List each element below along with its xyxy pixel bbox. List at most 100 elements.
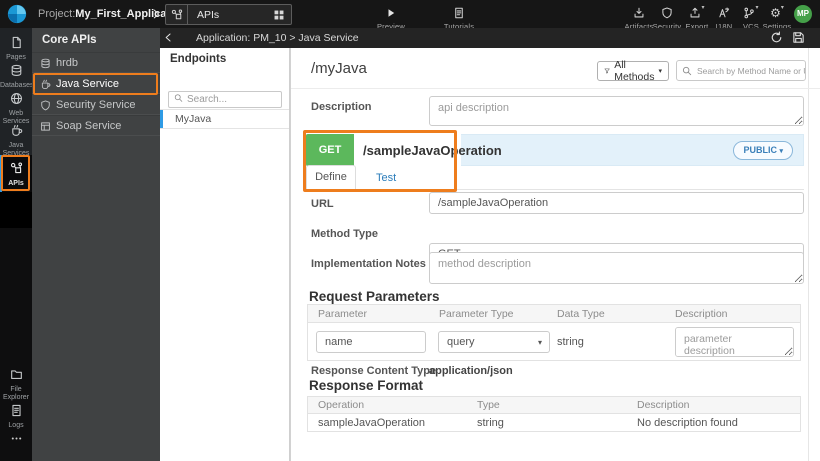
api-icon — [10, 162, 23, 175]
document-icon — [10, 404, 23, 417]
sidebar-item-file-explorer[interactable]: File Explorer — [0, 366, 32, 401]
funnel-icon — [604, 66, 610, 76]
col-parameter-type: Parameter Type — [439, 308, 514, 320]
method-search — [676, 60, 806, 81]
chevron-left-icon[interactable] — [163, 32, 174, 43]
activity-bar: Pages Databases Web Services Java Servic… — [0, 28, 34, 461]
application-breadcrumb: Application: PM_10 > Java Service — [196, 32, 359, 44]
api-designer-main: /myJava All Methods ▾ Description GET /s… — [290, 48, 820, 461]
caret-down-icon: ▾ — [780, 5, 784, 11]
table-header: Parameter Parameter Type Data Type Descr… — [308, 305, 800, 323]
header-divider — [291, 88, 820, 89]
logs-label: Logs — [8, 422, 24, 429]
operation-path: /sampleJavaOperation — [363, 143, 502, 158]
core-apis-panel: Core APIs hrdb Java Service Security Ser… — [32, 28, 160, 461]
settings-button[interactable]: ⚙▾ Settings — [758, 4, 796, 31]
folder-icon — [10, 368, 23, 381]
sidebar-item-pages[interactable]: Pages — [0, 34, 32, 62]
operation-value: sampleJavaOperation — [318, 417, 426, 429]
visibility-label: PUBLIC — [743, 145, 777, 155]
more-button[interactable] — [0, 430, 32, 448]
description-label: Description — [311, 101, 372, 113]
search-icon — [174, 93, 183, 102]
tutorials-button[interactable]: Tutorials — [436, 4, 482, 31]
endpoint-item-myjava[interactable]: MyJava — [160, 109, 289, 129]
sidebar-item-web-services[interactable]: Web Services — [0, 90, 32, 125]
col-operation: Operation — [318, 399, 365, 411]
save-icon[interactable] — [792, 31, 805, 44]
sidebar-item-databases[interactable]: Databases — [0, 62, 34, 90]
grid-menu-icon[interactable] — [273, 9, 285, 21]
col-data-type: Data Type — [557, 308, 605, 320]
user-avatar[interactable]: MP — [794, 5, 812, 23]
core-apis-item-java-service[interactable]: Java Service — [32, 73, 160, 94]
translate-icon — [718, 7, 730, 19]
i18n-button[interactable]: I18N — [709, 4, 739, 31]
service-selector[interactable]: APIs — [165, 4, 292, 25]
security-service-label: Security Service — [56, 99, 136, 111]
databases-label: Databases — [0, 82, 34, 89]
type-value: string — [477, 417, 504, 429]
implementation-notes-textarea[interactable] — [429, 252, 804, 284]
data-type-value: string — [557, 336, 584, 348]
url-input[interactable] — [429, 192, 804, 214]
table-row: sampleJavaOperation string No descriptio… — [308, 414, 800, 432]
response-format-title: Response Format — [309, 378, 424, 393]
caret-down-icon: ▾ — [537, 337, 542, 347]
branch-icon — [743, 7, 755, 19]
core-apis-item-soap-service[interactable]: Soap Service — [32, 115, 160, 136]
panel-right-border — [808, 48, 809, 461]
soap-service-label: Soap Service — [56, 120, 122, 132]
application-bar: Application: PM_10 > Java Service — [160, 28, 820, 48]
shield-icon — [661, 7, 673, 19]
method-type-label: Method Type — [311, 228, 379, 240]
col-description: Description — [637, 399, 690, 411]
soap-icon — [40, 121, 51, 132]
play-icon — [386, 8, 396, 18]
java-service-label: Java Service — [56, 78, 119, 90]
caret-down-icon: ▾ — [701, 5, 705, 11]
tab-define[interactable]: Define — [306, 165, 356, 190]
method-badge[interactable]: GET — [306, 134, 354, 166]
description-textarea[interactable] — [429, 96, 804, 126]
shield-icon — [40, 100, 51, 111]
wavemaker-logo-icon[interactable] — [7, 4, 27, 24]
sidebar-item-apis[interactable]: APIs — [0, 155, 32, 192]
parameter-type-select[interactable]: query ▾ — [438, 331, 550, 353]
page-icon — [10, 36, 23, 49]
apis-label: APIs — [8, 180, 24, 187]
search-icon — [682, 66, 692, 76]
col-description: Description — [675, 308, 728, 320]
description-value: No description found — [637, 417, 738, 429]
operation-header[interactable]: GET /sampleJavaOperation PUBLIC ▾ — [306, 134, 804, 166]
document-icon — [453, 7, 465, 19]
sidebar-item-java-services[interactable]: Java Services — [0, 122, 32, 157]
url-label: URL — [311, 198, 334, 210]
parameter-name-input[interactable] — [316, 331, 426, 353]
refresh-icon[interactable] — [770, 31, 783, 44]
visibility-dropdown[interactable]: PUBLIC ▾ — [733, 141, 793, 160]
endpoints-title: Endpoints — [170, 53, 227, 65]
table-row: query ▾ string — [308, 323, 800, 361]
preview-button[interactable]: Preview — [368, 4, 414, 31]
parameter-description-textarea[interactable] — [675, 327, 794, 357]
response-content-type-label: Response Content Type — [311, 365, 437, 377]
file-explorer-label: File Explorer — [2, 386, 30, 401]
methods-filter-dropdown[interactable]: All Methods ▾ — [597, 59, 669, 83]
sidebar-item-logs[interactable]: Logs — [0, 402, 32, 430]
core-apis-item-hrdb[interactable]: hrdb — [32, 52, 160, 73]
endpoints-search-input[interactable] — [168, 91, 282, 108]
service-selector-label: APIs — [197, 8, 220, 21]
method-search-input[interactable] — [676, 60, 806, 81]
core-apis-item-security-service[interactable]: Security Service — [32, 94, 160, 115]
methods-filter-label: All Methods — [614, 59, 655, 83]
download-icon — [633, 7, 645, 19]
dots-icon — [10, 432, 23, 445]
col-parameter: Parameter — [318, 308, 368, 320]
tab-test[interactable]: Test — [368, 166, 404, 190]
chevron-right-icon — [150, 8, 162, 20]
endpoints-panel: Endpoints MyJava — [160, 48, 290, 461]
parameter-type-value: query — [447, 336, 475, 348]
hrdb-label: hrdb — [56, 57, 79, 69]
service-path-title: /myJava — [311, 60, 367, 77]
